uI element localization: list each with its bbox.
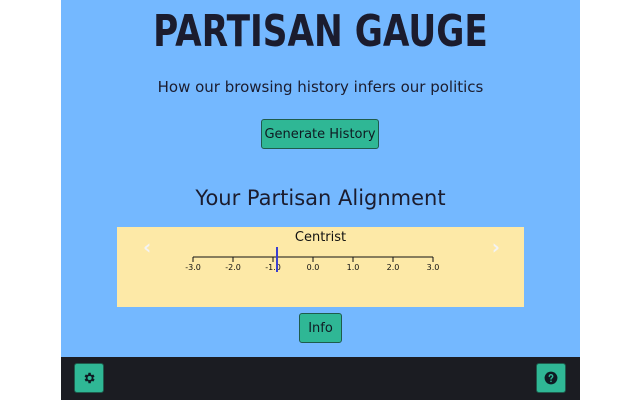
partisan-scale: -3.0 -2.0 -1.0 0.0 1.0 2.0 3.0 xyxy=(185,247,440,272)
info-button[interactable]: Info xyxy=(299,313,342,343)
help-button[interactable] xyxy=(536,363,566,393)
scale-tick-label: 2.0 xyxy=(387,263,400,272)
app-title: PARTISAN GAUGE xyxy=(153,6,488,57)
alignment-marker xyxy=(276,247,278,272)
app-container: PARTISAN GAUGE How our browsing history … xyxy=(61,0,580,400)
question-circle-icon xyxy=(544,371,558,385)
app-subtitle: How our browsing history infers our poli… xyxy=(157,78,484,96)
gauge-panel: ‹ › Centrist -3.0 -2.0 -1.0 0.0 1.0 2.0 3.0 xyxy=(117,227,524,307)
generate-history-button[interactable]: Generate History xyxy=(261,119,379,149)
settings-button[interactable] xyxy=(74,363,104,393)
scale-tick-label: 3.0 xyxy=(427,263,440,272)
footer-bar xyxy=(61,357,580,400)
scale-tick-label: -3.0 xyxy=(185,263,201,272)
scale-tick-label: -1.0 xyxy=(265,263,281,272)
scale-tick-label: 1.0 xyxy=(347,263,360,272)
gear-icon xyxy=(84,372,95,384)
alignment-heading: Your Partisan Alignment xyxy=(195,186,446,210)
scale-tick-label: 0.0 xyxy=(307,263,320,272)
scale-tick-label: -2.0 xyxy=(225,263,241,272)
